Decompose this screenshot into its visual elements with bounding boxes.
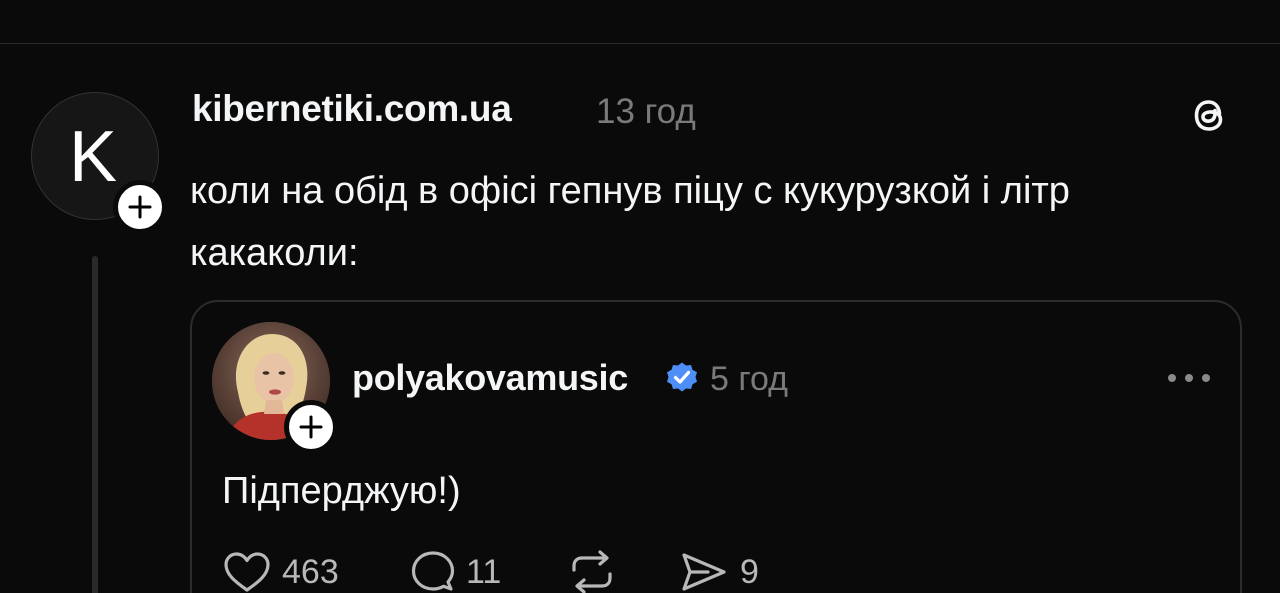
quoted-follow-button[interactable] bbox=[284, 400, 338, 454]
verified-badge-icon bbox=[667, 362, 697, 392]
more-options-icon[interactable] bbox=[1166, 372, 1212, 384]
top-divider bbox=[0, 43, 1280, 44]
like-count: 463 bbox=[282, 552, 339, 591]
like-button[interactable]: 463 bbox=[222, 548, 339, 593]
post-text: коли на обід в офісі гепнув піцу с кукур… bbox=[190, 170, 1070, 274]
repost-icon bbox=[572, 550, 612, 593]
quoted-post-timestamp: 5 год bbox=[710, 360, 789, 398]
quoted-post-text: Підперджую!) bbox=[222, 470, 461, 512]
comment-icon bbox=[411, 551, 455, 591]
follow-button[interactable] bbox=[113, 180, 167, 234]
avatar-letter: K bbox=[68, 117, 117, 197]
send-icon bbox=[682, 553, 726, 591]
share-count: 9 bbox=[740, 552, 759, 591]
threads-feed: K kibernetiki.com.ua 13 год коли на обід… bbox=[0, 0, 1280, 593]
thread-line bbox=[92, 256, 98, 593]
plus-icon bbox=[128, 195, 152, 219]
reply-button[interactable]: 11 bbox=[410, 548, 501, 593]
share-button[interactable]: 9 bbox=[678, 548, 759, 593]
heart-icon bbox=[224, 552, 270, 592]
author-username[interactable]: kibernetiki.com.ua bbox=[192, 88, 512, 130]
plus-icon bbox=[299, 415, 323, 439]
threads-logo-icon[interactable] bbox=[1184, 90, 1234, 140]
repost-button[interactable] bbox=[566, 548, 628, 593]
quoted-author-username[interactable]: polyakovamusic bbox=[352, 357, 628, 399]
reply-count: 11 bbox=[466, 552, 502, 591]
post-timestamp: 13 год bbox=[596, 92, 696, 131]
